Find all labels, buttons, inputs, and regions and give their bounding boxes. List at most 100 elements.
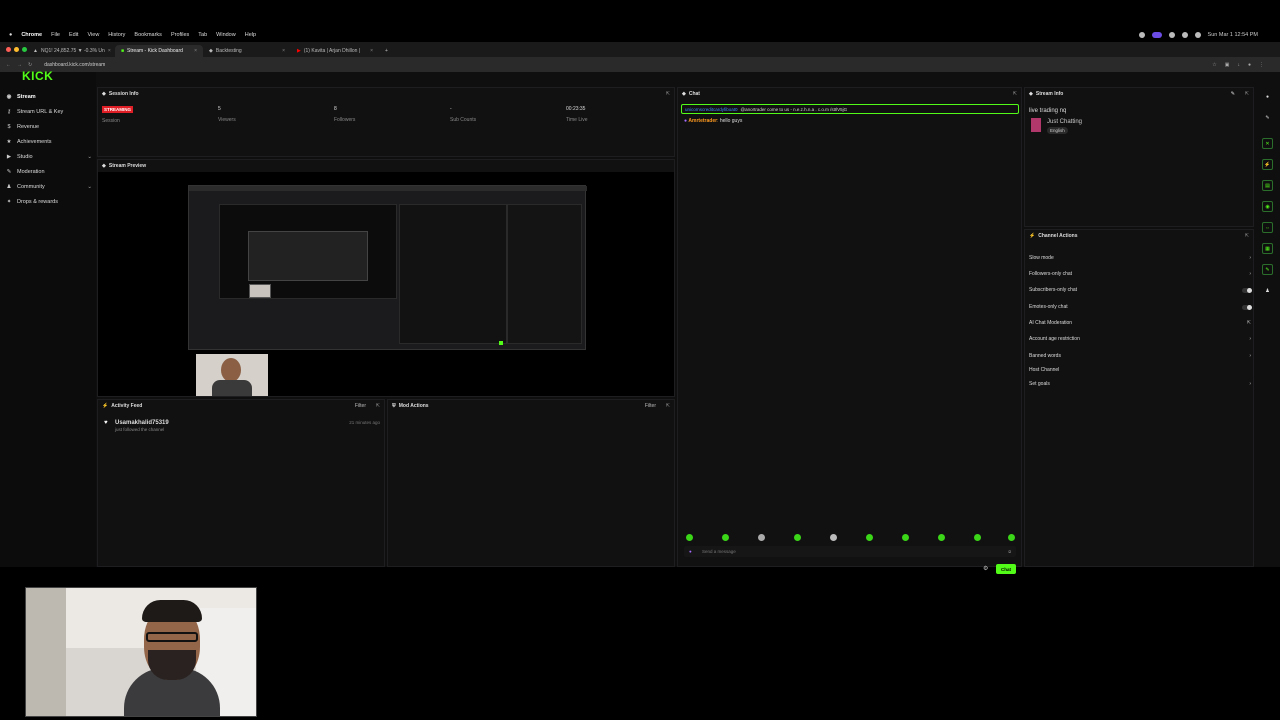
sidebar-item-community[interactable]: ♟ Community ⌄ bbox=[6, 181, 92, 193]
record-indicator-icon[interactable] bbox=[1151, 32, 1162, 38]
action-host-channel[interactable]: Host Channel bbox=[1029, 365, 1251, 375]
popout-icon[interactable]: ⇱ bbox=[376, 403, 380, 409]
action-emotes-only[interactable]: Emotes-only chat bbox=[1029, 302, 1252, 312]
popout-icon[interactable]: ⇱ bbox=[1013, 91, 1017, 97]
sidebar-item-achievements[interactable]: ★ Achievements bbox=[6, 136, 92, 148]
action-banned-words[interactable]: Banned words › bbox=[1029, 351, 1251, 361]
emote-icon[interactable] bbox=[758, 534, 765, 541]
apple-icon[interactable]: ● bbox=[9, 32, 12, 38]
menu-bookmarks[interactable]: Bookmarks bbox=[134, 32, 162, 38]
tab-tradingview[interactable]: ▲ NQ1! 24,852.75 ▼ -0.3% Un × bbox=[27, 45, 115, 57]
menubar-datetime[interactable]: Sun Mar 1 12:54 PM bbox=[1208, 32, 1258, 38]
toolbar-close-icon[interactable]: ✕ bbox=[1262, 138, 1273, 149]
pinned-user[interactable]: unicornscreditcardyfiboat0 bbox=[685, 107, 738, 112]
tab-backtesting[interactable]: ◆ Backtesting × bbox=[203, 45, 291, 57]
toolbar-info-icon[interactable]: ● bbox=[1262, 91, 1273, 102]
profile-icon[interactable]: ● bbox=[1248, 62, 1251, 68]
emote-icon[interactable] bbox=[1008, 534, 1015, 541]
toolbar-bolt-icon[interactable]: ⚡ bbox=[1262, 159, 1273, 170]
mic-icon[interactable]: ● bbox=[689, 549, 692, 554]
emote-icon[interactable] bbox=[722, 534, 729, 541]
toolbar-users-icon[interactable]: ♟ bbox=[1262, 285, 1273, 296]
emote-icon[interactable] bbox=[866, 534, 873, 541]
extensions-icon[interactable]: ▣ bbox=[1225, 62, 1230, 68]
control-center-icon[interactable] bbox=[1168, 32, 1175, 38]
sidebar-item-revenue[interactable]: $ Revenue bbox=[6, 121, 92, 133]
action-subscribers-only[interactable]: Subscribers-only chat bbox=[1029, 285, 1252, 295]
popout-icon[interactable]: ⇱ bbox=[1245, 91, 1249, 97]
emote-icon[interactable] bbox=[938, 534, 945, 541]
emote-icon[interactable] bbox=[686, 534, 693, 541]
emote-icon[interactable] bbox=[974, 534, 981, 541]
settings-gear-icon[interactable]: ⚙ bbox=[983, 565, 988, 572]
menu-view[interactable]: View bbox=[87, 32, 99, 38]
wifi-icon[interactable] bbox=[1138, 32, 1145, 38]
close-tab-icon[interactable]: × bbox=[282, 48, 285, 54]
filter-button[interactable]: Filter bbox=[645, 403, 656, 409]
sidebar-item-moderation[interactable]: ✎ Moderation bbox=[6, 166, 92, 178]
popout-icon[interactable]: ⇱ bbox=[666, 403, 670, 409]
browser-menu-icon[interactable]: ⋮ bbox=[1259, 62, 1264, 68]
popout-icon[interactable]: ⇱ bbox=[666, 91, 670, 97]
action-slow-mode[interactable]: Slow mode › bbox=[1029, 253, 1251, 263]
toolbar-layout-icon[interactable]: ▦ bbox=[1262, 243, 1273, 254]
toolbar-pen-icon[interactable]: ✎ bbox=[1262, 112, 1273, 123]
url-field[interactable]: dashboard.kick.com/stream bbox=[44, 62, 105, 68]
menu-profiles[interactable]: Profiles bbox=[171, 32, 189, 38]
filter-button[interactable]: Filter bbox=[355, 403, 366, 409]
forward-icon[interactable]: → bbox=[17, 62, 22, 68]
chevron-down-icon[interactable]: ⌄ bbox=[87, 154, 92, 160]
sidebar-item-drops[interactable]: ✦ Drops & rewards bbox=[6, 196, 92, 208]
toolbar-swap-icon[interactable]: ⇔ bbox=[1262, 222, 1273, 233]
action-followers-only[interactable]: Followers-only chat › bbox=[1029, 269, 1251, 279]
sidebar-item-stream-key[interactable]: ⚷ Stream URL & Key bbox=[6, 106, 92, 118]
minimize-window-icon[interactable] bbox=[14, 47, 19, 52]
emote-icon[interactable] bbox=[794, 534, 801, 541]
edit-icon[interactable]: ✎ bbox=[1231, 91, 1235, 97]
back-icon[interactable]: ← bbox=[6, 62, 11, 68]
action-account-age[interactable]: Account age restriction › bbox=[1029, 334, 1251, 344]
menu-file[interactable]: File bbox=[51, 32, 60, 38]
chevron-down-icon[interactable]: ⌄ bbox=[87, 184, 92, 190]
action-set-goals[interactable]: Set goals › bbox=[1029, 379, 1251, 389]
close-tab-icon[interactable]: × bbox=[370, 48, 373, 54]
close-tab-icon[interactable]: × bbox=[108, 48, 111, 54]
emotes-only-toggle[interactable] bbox=[1242, 304, 1252, 310]
sidebar-item-stream[interactable]: ◉ Stream bbox=[6, 91, 92, 103]
menu-help[interactable]: Help bbox=[245, 32, 256, 38]
menu-app[interactable]: Chrome bbox=[21, 32, 42, 38]
menu-edit[interactable]: Edit bbox=[69, 32, 78, 38]
close-window-icon[interactable] bbox=[6, 47, 11, 52]
search-icon[interactable] bbox=[1194, 32, 1201, 38]
chat-username[interactable]: Amrtetrader bbox=[688, 118, 717, 124]
menu-history[interactable]: History bbox=[108, 32, 125, 38]
new-tab-button[interactable]: + bbox=[379, 45, 393, 57]
tab-youtube[interactable]: ▶ (1) Kavita | Arjan Dhillon | × bbox=[291, 45, 379, 57]
pinned-message[interactable]: unicornscreditcardyfiboat0 @anortrader c… bbox=[681, 104, 1019, 114]
activity-text: just followed the channel bbox=[115, 427, 165, 432]
subscribers-only-toggle[interactable] bbox=[1242, 287, 1252, 293]
menu-window[interactable]: Window bbox=[216, 32, 236, 38]
category-name[interactable]: Just Chatting bbox=[1047, 119, 1082, 125]
emote-icon[interactable] bbox=[830, 534, 837, 541]
toolbar-doc-icon[interactable]: ▤ bbox=[1262, 180, 1273, 191]
menu-tab[interactable]: Tab bbox=[198, 32, 207, 38]
reload-icon[interactable]: ↻ bbox=[28, 62, 32, 68]
battery-icon[interactable] bbox=[1181, 32, 1188, 38]
sidebar-item-studio[interactable]: ▶ Studio ⌄ bbox=[6, 151, 92, 163]
popout-icon[interactable]: ⇱ bbox=[1245, 233, 1249, 239]
chat-send-button[interactable]: Chat bbox=[996, 564, 1016, 574]
toolbar-wrench-icon[interactable]: ✎ bbox=[1262, 264, 1273, 275]
emoji-icon[interactable]: ☺ bbox=[1007, 549, 1012, 554]
download-icon[interactable]: ↓ bbox=[1237, 62, 1240, 68]
bookmark-star-icon[interactable]: ☆ bbox=[1212, 62, 1216, 68]
toolbar-chat-icon[interactable]: ◉ bbox=[1262, 201, 1273, 212]
stream-preview-video[interactable] bbox=[188, 185, 587, 350]
emote-icon[interactable] bbox=[902, 534, 909, 541]
close-tab-icon[interactable]: × bbox=[194, 48, 197, 54]
action-ai-moderation[interactable]: AI Chat Moderation ⇱ bbox=[1029, 318, 1251, 328]
activity-user[interactable]: Usamakhalid75319 bbox=[115, 420, 169, 426]
kick-logo[interactable]: KICK bbox=[22, 69, 53, 83]
tab-kick-dashboard[interactable]: ■ Stream - Kick Dashboard × bbox=[115, 45, 203, 57]
chat-input[interactable]: ● Send a message ☺ bbox=[684, 546, 1016, 557]
